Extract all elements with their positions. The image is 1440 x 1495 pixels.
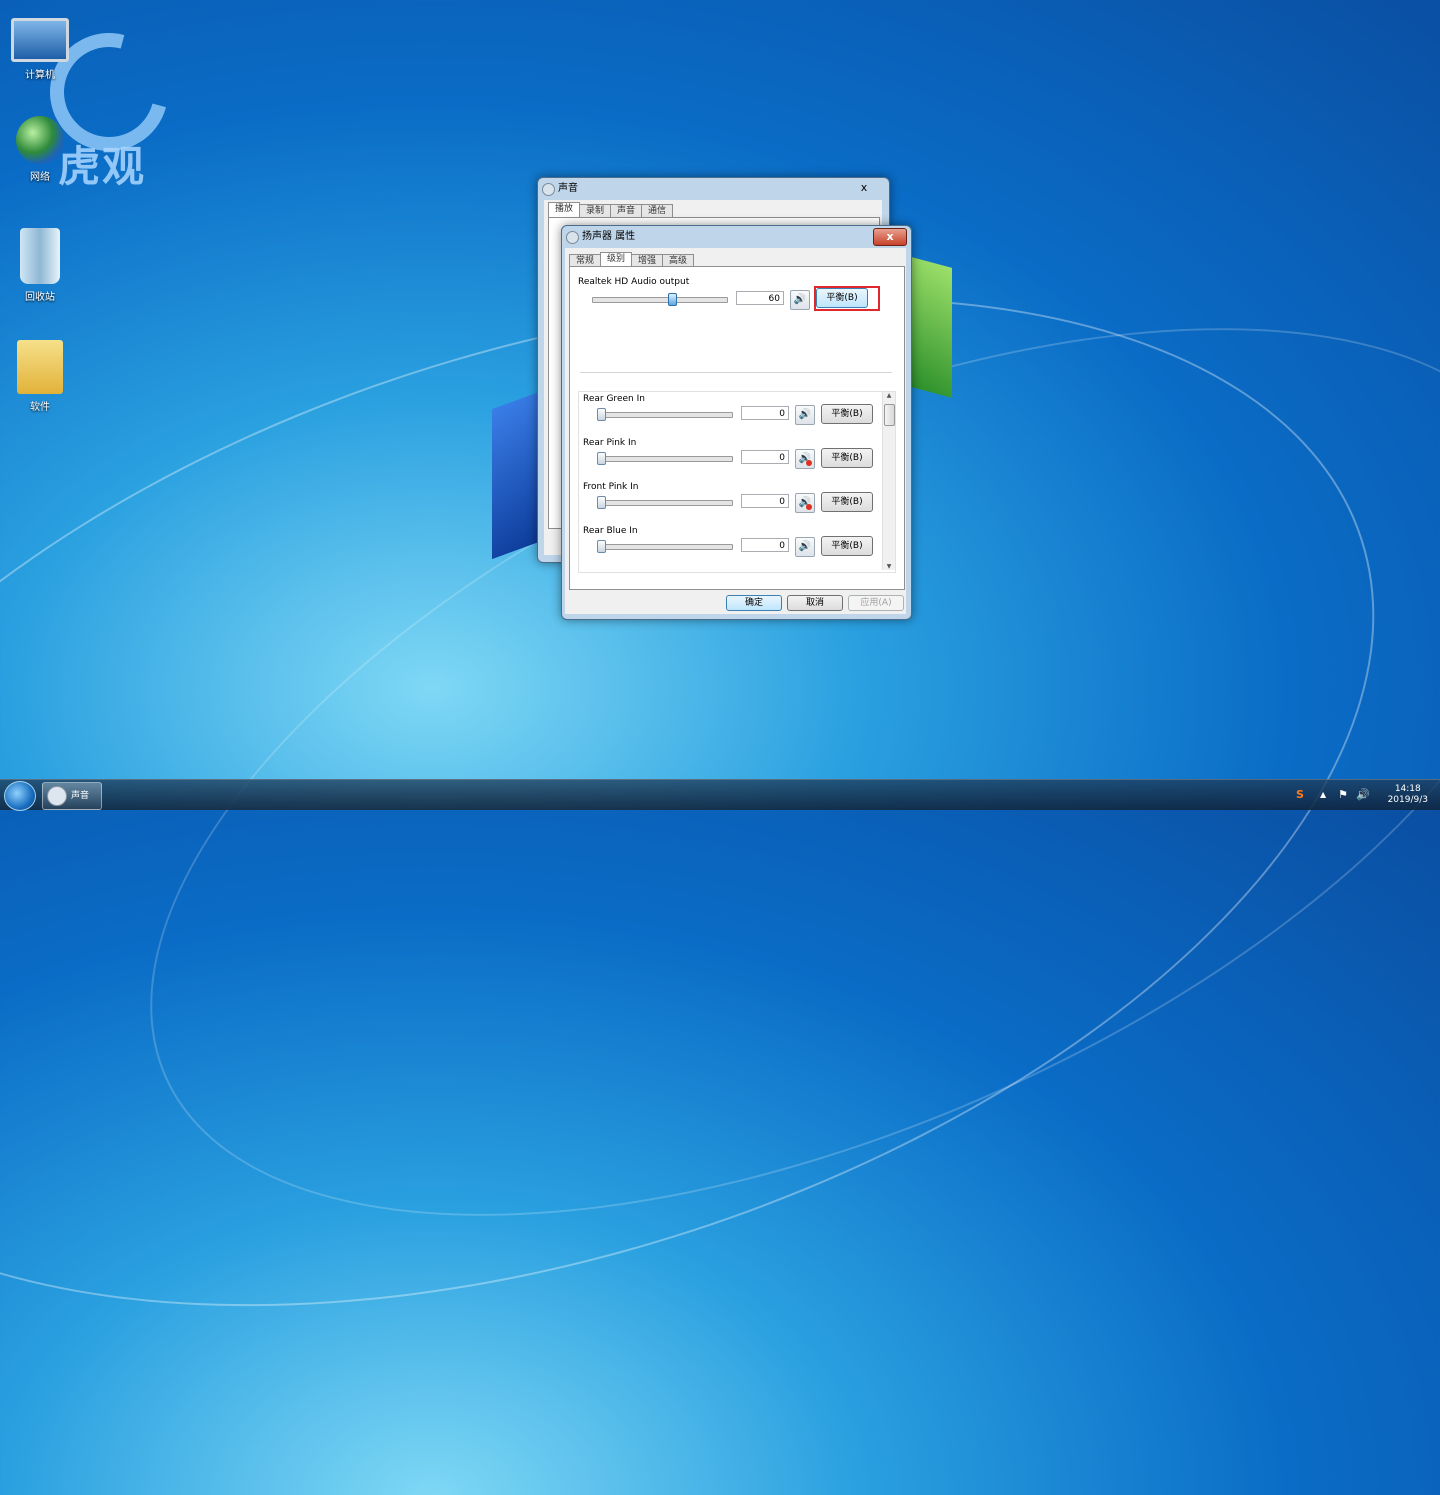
channel-list-scrollbar[interactable]: ▲ ▼ bbox=[882, 392, 895, 570]
main-volume-thumb[interactable] bbox=[668, 293, 678, 306]
close-button[interactable]: x bbox=[873, 228, 907, 246]
channel-volume-slider[interactable] bbox=[597, 544, 733, 550]
speaker-icon: 🔊 bbox=[798, 541, 812, 552]
sound-tabs: 播放 录制 声音 通信 bbox=[548, 202, 674, 218]
speaker-title-icon bbox=[542, 183, 555, 196]
main-mute-toggle[interactable]: 🔊 bbox=[790, 290, 810, 310]
channel-volume-thumb[interactable] bbox=[597, 408, 606, 421]
speaker-window-client: 常规 级别 增强 高级 Realtek HD Audio output 60 🔊… bbox=[565, 248, 906, 614]
scrollbar-thumb[interactable] bbox=[884, 404, 895, 426]
desktop-icon-label: 网络 bbox=[30, 172, 50, 183]
channel-list: Rear Green In 0 🔊 平衡(B) Rear Pink In 0 🔊… bbox=[578, 391, 896, 573]
speaker-properties-window[interactable]: 扬声器 属性 x 常规 级别 增强 高级 Realtek HD Audio ou… bbox=[561, 225, 912, 620]
channel-volume-value[interactable]: 0 bbox=[741, 538, 789, 552]
channel-balance-button[interactable]: 平衡(B) bbox=[821, 536, 873, 556]
tab-sounds[interactable]: 声音 bbox=[610, 204, 643, 218]
channel-volume-slider[interactable] bbox=[597, 456, 733, 462]
channel-mute-toggle[interactable]: 🔊 bbox=[795, 405, 815, 425]
sogou-icon[interactable]: S bbox=[1296, 788, 1304, 801]
channel-mute-toggle[interactable]: 🔊 bbox=[795, 449, 815, 469]
start-button[interactable] bbox=[4, 781, 36, 811]
sound-window-titlebar[interactable]: 声音 x bbox=[538, 178, 889, 200]
separator bbox=[580, 372, 892, 373]
speaker-icon: 🔊 bbox=[798, 409, 812, 420]
window-title: 扬声器 属性 bbox=[582, 231, 636, 242]
tab-recording[interactable]: 录制 bbox=[579, 204, 612, 218]
channel-volume-slider[interactable] bbox=[597, 412, 733, 418]
desktop-icon-label: 软件 bbox=[30, 402, 50, 413]
speaker-app-icon bbox=[47, 785, 67, 806]
channel-volume-value[interactable]: 0 bbox=[741, 494, 789, 508]
channel-row: Rear Green In 0 🔊 平衡(B) bbox=[579, 392, 879, 436]
clock-time: 14:18 bbox=[1394, 784, 1421, 794]
channel-mute-toggle[interactable]: 🔊 bbox=[795, 537, 815, 557]
channel-volume-value[interactable]: 0 bbox=[741, 406, 789, 420]
network-icon bbox=[16, 116, 64, 164]
channel-label: Rear Blue In bbox=[583, 526, 638, 536]
computer-icon bbox=[11, 18, 69, 62]
channel-volume-thumb[interactable] bbox=[597, 540, 606, 553]
mute-indicator-icon bbox=[806, 460, 812, 466]
main-volume-value[interactable]: 60 bbox=[736, 291, 784, 305]
channel-label: Rear Pink In bbox=[583, 438, 637, 448]
taskbar-item-label: 声音 bbox=[71, 791, 90, 801]
channel-balance-button[interactable]: 平衡(B) bbox=[821, 448, 873, 468]
ok-button[interactable]: 确定 bbox=[726, 595, 782, 611]
speaker-window-titlebar[interactable]: 扬声器 属性 x bbox=[562, 226, 911, 248]
speaker-title-icon bbox=[566, 231, 579, 244]
channel-balance-button[interactable]: 平衡(B) bbox=[821, 404, 873, 424]
window-title: 声音 bbox=[558, 183, 578, 194]
channel-label: Front Pink In bbox=[583, 482, 639, 492]
desktop-icon-label: 回收站 bbox=[25, 292, 55, 303]
clock-date: 2019/9/3 bbox=[1387, 795, 1428, 805]
cancel-button[interactable]: 取消 bbox=[787, 595, 843, 611]
taskbar: 声音 S ▲ ⚑ 🔊 14:18 2019/9/3 bbox=[0, 779, 1440, 811]
channel-row: Rear Blue In 0 🔊 平衡(B) bbox=[579, 524, 879, 568]
channel-volume-thumb[interactable] bbox=[597, 452, 606, 465]
system-tray: S ▲ ⚑ 🔊 14:18 2019/9/3 bbox=[1290, 780, 1440, 810]
volume-icon[interactable]: 🔊 bbox=[1356, 788, 1370, 801]
channel-balance-button[interactable]: 平衡(B) bbox=[821, 492, 873, 512]
show-hidden-icon[interactable]: ▲ bbox=[1320, 790, 1326, 799]
wallpaper-leaf-right bbox=[908, 256, 952, 398]
main-output-label: Realtek HD Audio output bbox=[578, 277, 690, 287]
speaker-icon: 🔊 bbox=[793, 294, 807, 305]
main-volume-slider[interactable] bbox=[592, 297, 728, 303]
channel-mute-toggle[interactable]: 🔊 bbox=[795, 493, 815, 513]
channel-label: Rear Green In bbox=[583, 394, 645, 404]
levels-panel: Realtek HD Audio output 60 🔊 平衡(B) Rear … bbox=[569, 266, 905, 590]
clock[interactable]: 14:18 2019/9/3 bbox=[1388, 784, 1428, 806]
desktop-icon-software-folder[interactable]: 软件 bbox=[0, 340, 80, 413]
recycle-bin-icon bbox=[20, 228, 60, 284]
network-icon[interactable]: ⚑ bbox=[1338, 788, 1348, 801]
highlight-box bbox=[814, 286, 880, 311]
channel-volume-thumb[interactable] bbox=[597, 496, 606, 509]
tab-playback[interactable]: 播放 bbox=[548, 202, 581, 218]
desktop-icon-label: 计算机 bbox=[25, 70, 55, 81]
desktop-icon-computer[interactable]: 计算机 bbox=[0, 18, 80, 81]
close-button[interactable]: x bbox=[845, 180, 883, 196]
taskbar-item-sound[interactable]: 声音 bbox=[42, 782, 102, 810]
channel-row: Rear Pink In 0 🔊 平衡(B) bbox=[579, 436, 879, 480]
desktop-icon-network[interactable]: 网络 bbox=[0, 116, 80, 183]
channel-volume-slider[interactable] bbox=[597, 500, 733, 506]
scroll-down-arrow-icon[interactable]: ▼ bbox=[883, 563, 895, 570]
channel-volume-value[interactable]: 0 bbox=[741, 450, 789, 464]
desktop-icon-recycle-bin[interactable]: 回收站 bbox=[0, 228, 80, 303]
apply-button[interactable]: 应用(A) bbox=[848, 595, 904, 611]
channel-row: Front Pink In 0 🔊 平衡(B) bbox=[579, 480, 879, 524]
scroll-up-arrow-icon[interactable]: ▲ bbox=[883, 392, 895, 399]
wallpaper-leaf-left bbox=[492, 390, 542, 560]
tab-communications[interactable]: 通信 bbox=[641, 204, 674, 218]
folder-icon bbox=[17, 340, 63, 394]
mute-indicator-icon bbox=[806, 504, 812, 510]
